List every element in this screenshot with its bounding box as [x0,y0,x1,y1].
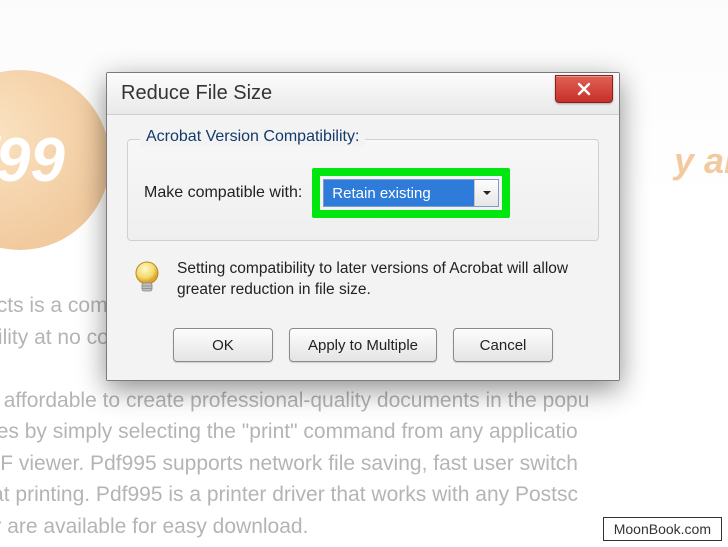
close-button[interactable] [555,75,613,103]
close-icon [576,81,592,97]
dropdown-selected-value: Retain existing [324,180,474,206]
button-row: OK Apply to Multiple Cancel [127,328,599,362]
lightbulb-icon [131,259,163,304]
compatibility-row: Make compatible with: Retain existing [144,168,582,218]
compatibility-dropdown[interactable]: Retain existing [323,179,499,207]
reduce-file-size-dialog: Reduce File Size Acrobat Version Compati… [106,72,620,381]
watermark: MoonBook.com [603,517,722,541]
apply-to-multiple-button[interactable]: Apply to Multiple [289,328,437,362]
hint-text: Setting compatibility to later versions … [177,259,595,301]
groupbox-legend: Acrobat Version Compatibility: [140,128,365,146]
ok-button[interactable]: OK [173,328,273,362]
compatibility-label: Make compatible with: [144,184,302,202]
compatibility-groupbox: Acrobat Version Compatibility: Make comp… [127,139,599,241]
dialog-body: Acrobat Version Compatibility: Make comp… [107,115,619,380]
dialog-title: Reduce File Size [121,82,272,105]
hint-row: Setting compatibility to later versions … [127,259,599,304]
tutorial-highlight: Retain existing [312,168,510,218]
dialog-titlebar: Reduce File Size [107,73,619,115]
cancel-button[interactable]: Cancel [453,328,553,362]
dropdown-arrow-button[interactable] [474,180,498,206]
chevron-down-icon [482,188,492,198]
